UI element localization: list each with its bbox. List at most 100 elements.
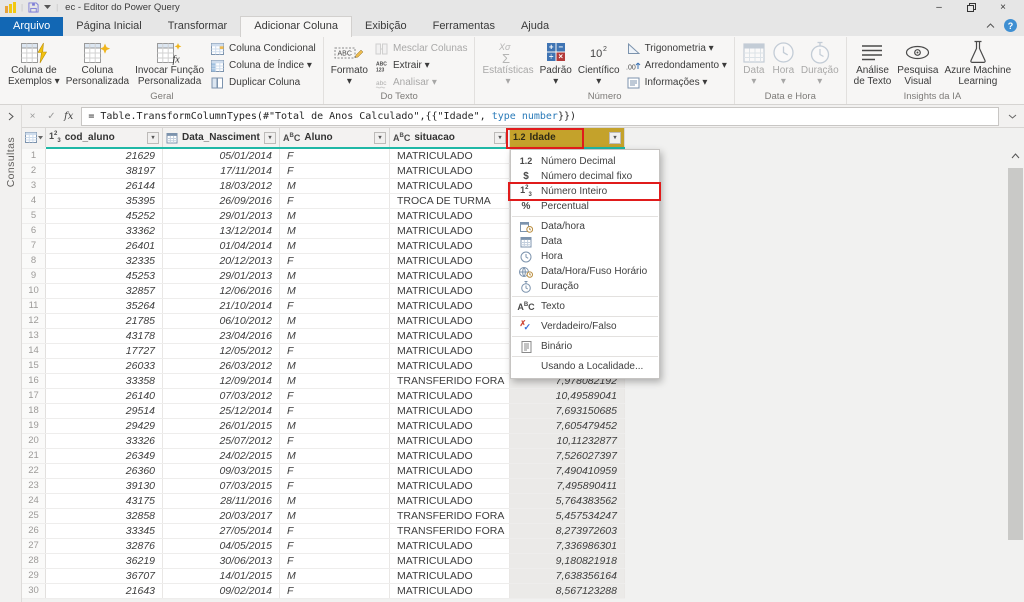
- analisar-button[interactable]: abcAnalisar ▾: [371, 74, 470, 91]
- save-icon[interactable]: [28, 2, 39, 13]
- cell-idade[interactable]: 7,495890411: [510, 479, 625, 493]
- collapse-ribbon-icon[interactable]: [986, 23, 995, 28]
- cell-cod-aluno[interactable]: 43175: [46, 494, 163, 508]
- cell-data-nascimento[interactable]: 26/01/2015: [163, 419, 280, 433]
- cell-data-nascimento[interactable]: 29/01/2013: [163, 269, 280, 283]
- row-number[interactable]: 4: [22, 194, 46, 208]
- cell-situacao[interactable]: MATRICULADO: [390, 359, 510, 373]
- cell-situacao[interactable]: MATRICULADO: [390, 464, 510, 478]
- analise-de-texto-button[interactable]: Análisede Texto: [851, 38, 895, 88]
- arredondamento-button[interactable]: .00Arredondamento ▾: [623, 57, 730, 74]
- row-number[interactable]: 28: [22, 554, 46, 568]
- row-number[interactable]: 10: [22, 284, 46, 298]
- menu-item-data[interactable]: Data: [511, 234, 659, 249]
- cell-situacao[interactable]: MATRICULADO: [390, 164, 510, 178]
- cell-data-nascimento[interactable]: 25/12/2014: [163, 404, 280, 418]
- cell-aluno[interactable]: M: [280, 494, 390, 508]
- cell-situacao[interactable]: MATRICULADO: [390, 434, 510, 448]
- cell-aluno[interactable]: F: [280, 584, 390, 598]
- cell-data-nascimento[interactable]: 18/03/2012: [163, 179, 280, 193]
- cell-idade[interactable]: 7,526027397: [510, 449, 625, 463]
- cell-data-nascimento[interactable]: 13/12/2014: [163, 224, 280, 238]
- cell-aluno[interactable]: M: [280, 269, 390, 283]
- informacoes-button[interactable]: Informações ▾: [623, 74, 730, 91]
- hora-button[interactable]: Hora▾: [769, 38, 798, 88]
- cell-aluno[interactable]: F: [280, 434, 390, 448]
- cell-situacao[interactable]: MATRICULADO: [390, 344, 510, 358]
- cell-cod-aluno[interactable]: 26360: [46, 464, 163, 478]
- tab-transformar[interactable]: Transformar: [155, 17, 241, 36]
- cancel-formula-icon[interactable]: ×: [26, 111, 39, 122]
- cell-aluno[interactable]: M: [280, 284, 390, 298]
- cell-situacao[interactable]: TRANSFERIDO FORA: [390, 374, 510, 388]
- maximize-button[interactable]: [955, 3, 987, 12]
- cientifico-button[interactable]: 102Científico▾: [575, 38, 623, 88]
- row-number[interactable]: 26: [22, 524, 46, 538]
- cell-aluno[interactable]: M: [280, 209, 390, 223]
- row-number[interactable]: 22: [22, 464, 46, 478]
- cell-data-nascimento[interactable]: 29/01/2013: [163, 209, 280, 223]
- cell-idade[interactable]: 7,490410959: [510, 464, 625, 478]
- row-number[interactable]: 1: [22, 149, 46, 163]
- cell-situacao[interactable]: MATRICULADO: [390, 149, 510, 163]
- cell-situacao[interactable]: MATRICULADO: [390, 539, 510, 553]
- row-number[interactable]: 15: [22, 359, 46, 373]
- row-number[interactable]: 7: [22, 239, 46, 253]
- pesquisa-visual-button[interactable]: PesquisaVisual: [894, 38, 941, 88]
- column-header-data-nascimento[interactable]: Data_Nascimento▾: [163, 128, 280, 147]
- vertical-scrollbar[interactable]: [1007, 150, 1024, 602]
- extrair-button[interactable]: ABC123Extrair ▾: [371, 57, 470, 74]
- cell-situacao[interactable]: MATRICULADO: [390, 554, 510, 568]
- cell-idade[interactable]: 7,638356164: [510, 569, 625, 583]
- coluna-condicional-button[interactable]: Coluna Condicional: [207, 40, 319, 57]
- cell-situacao[interactable]: TRANSFERIDO FORA: [390, 524, 510, 538]
- cell-situacao[interactable]: MATRICULADO: [390, 254, 510, 268]
- row-number[interactable]: 14: [22, 344, 46, 358]
- column-filter-icon[interactable]: ▾: [264, 132, 276, 144]
- row-number[interactable]: 20: [22, 434, 46, 448]
- cell-aluno[interactable]: M: [280, 239, 390, 253]
- cell-cod-aluno[interactable]: 35395: [46, 194, 163, 208]
- menu-item-numero-decimal-fixo[interactable]: $Número decimal fixo: [511, 169, 659, 184]
- cell-cod-aluno[interactable]: 39130: [46, 479, 163, 493]
- cell-situacao[interactable]: MATRICULADO: [390, 449, 510, 463]
- cell-situacao[interactable]: MATRICULADO: [390, 209, 510, 223]
- cell-data-nascimento[interactable]: 14/01/2015: [163, 569, 280, 583]
- column-filter-icon[interactable]: ▾: [494, 132, 506, 144]
- cell-data-nascimento[interactable]: 24/02/2015: [163, 449, 280, 463]
- cell-aluno[interactable]: F: [280, 554, 390, 568]
- cell-aluno[interactable]: F: [280, 164, 390, 178]
- cell-data-nascimento[interactable]: 07/03/2015: [163, 479, 280, 493]
- quick-access-dropdown-icon[interactable]: [44, 5, 51, 10]
- row-number[interactable]: 21: [22, 449, 46, 463]
- column-filter-icon[interactable]: ▾: [374, 132, 386, 144]
- padrao-button[interactable]: +−÷×Padrão▾: [537, 38, 575, 88]
- cell-aluno[interactable]: M: [280, 329, 390, 343]
- cell-cod-aluno[interactable]: 32335: [46, 254, 163, 268]
- cell-data-nascimento[interactable]: 26/09/2016: [163, 194, 280, 208]
- column-filter-icon[interactable]: ▾: [147, 132, 159, 144]
- minimize-button[interactable]: –: [923, 0, 955, 15]
- cell-cod-aluno[interactable]: 17727: [46, 344, 163, 358]
- select-all-columns-button[interactable]: [22, 128, 46, 147]
- cell-aluno[interactable]: F: [280, 464, 390, 478]
- cell-idade[interactable]: 10,49589041: [510, 389, 625, 403]
- row-number[interactable]: 6: [22, 224, 46, 238]
- menu-item-data-hora-fuso-horario[interactable]: Data/Hora/Fuso Horário: [511, 264, 659, 279]
- row-number[interactable]: 12: [22, 314, 46, 328]
- cell-cod-aluno[interactable]: 43178: [46, 329, 163, 343]
- coluna-de-exemplos-button[interactable]: Coluna deExemplos ▾: [5, 38, 63, 88]
- cell-cod-aluno[interactable]: 36707: [46, 569, 163, 583]
- row-number[interactable]: 27: [22, 539, 46, 553]
- row-number[interactable]: 3: [22, 179, 46, 193]
- row-number[interactable]: 17: [22, 389, 46, 403]
- cell-situacao[interactable]: MATRICULADO: [390, 299, 510, 313]
- cell-data-nascimento[interactable]: 20/12/2013: [163, 254, 280, 268]
- cell-idade[interactable]: 10,11232877: [510, 434, 625, 448]
- row-number[interactable]: 11: [22, 299, 46, 313]
- cell-cod-aluno[interactable]: 29514: [46, 404, 163, 418]
- scroll-up-icon[interactable]: [1011, 153, 1020, 159]
- cell-cod-aluno[interactable]: 21643: [46, 584, 163, 598]
- cell-situacao[interactable]: MATRICULADO: [390, 329, 510, 343]
- mesclar-colunas-button[interactable]: Mesclar Colunas: [371, 40, 470, 57]
